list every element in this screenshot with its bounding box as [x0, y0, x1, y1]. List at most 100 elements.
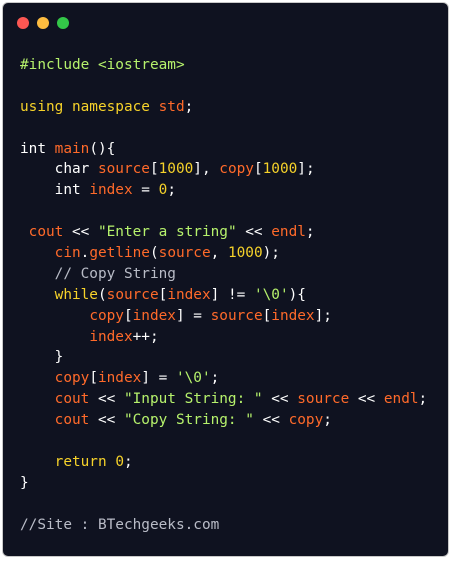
code-token: ] != — [210, 286, 254, 303]
code-token: "Copy String: " — [123, 412, 254, 429]
code-token: ]; — [297, 161, 315, 178]
code-line: // Copy String — [20, 264, 427, 285]
code-token: #include <iostream> — [20, 57, 185, 73]
code-line: copy[index] = source[index]; — [20, 306, 427, 327]
code-token: ] = — [141, 370, 176, 387]
code-token: } — [20, 474, 29, 491]
maximize-button[interactable] — [57, 17, 69, 29]
code-token: ; — [210, 370, 220, 387]
code-token: return — [54, 453, 116, 470]
code-token: ; — [323, 412, 332, 429]
code-line: //Site : BTechgeeks.com — [20, 515, 427, 536]
code-token: [ — [123, 307, 133, 324]
close-button[interactable] — [17, 17, 29, 29]
code-token: int — [20, 182, 90, 199]
code-line: int index = 0; — [20, 180, 427, 201]
code-token: << — [253, 412, 289, 429]
code-token: ], — [193, 161, 220, 178]
code-line: cout << "Input String: " << source << en… — [20, 389, 428, 410]
code-line: } — [20, 473, 427, 494]
code-token: cout — [54, 412, 90, 429]
code-line: #include <iostream> — [20, 55, 427, 76]
code-token: (){ — [89, 140, 116, 157]
code-token: source — [158, 245, 211, 262]
code-token: '\0' — [253, 286, 289, 303]
code-token: index — [132, 307, 176, 324]
code-line: copy[index] = '\0'; — [20, 368, 427, 389]
code-token: endl — [271, 224, 306, 241]
code-token: endl — [383, 391, 419, 408]
code-token: << — [63, 224, 98, 241]
minimize-button[interactable] — [37, 17, 49, 29]
code-block: #include <iostream> using namespace std; i… — [20, 55, 427, 535]
code-line: using namespace std; — [20, 97, 427, 118]
window-controls — [17, 17, 69, 29]
code-token: << — [349, 391, 384, 408]
code-token: source — [106, 286, 159, 303]
code-token: << — [236, 224, 272, 241]
code-token: getline — [89, 245, 150, 262]
code-line: cout << "Enter a string" << endl; — [20, 222, 427, 243]
code-line: cin.getline(source, 1000); — [20, 243, 427, 264]
code-token: '\0' — [175, 370, 211, 387]
code-token: ; — [418, 391, 428, 408]
code-token: index — [167, 286, 211, 303]
code-token: [ — [149, 161, 159, 178]
code-token: "Input String: " — [123, 391, 263, 408]
code-token: std — [158, 98, 185, 115]
code-token: 1000 — [227, 245, 263, 262]
code-token: "Enter a string" — [97, 224, 237, 241]
code-token: //Site : BTechgeeks.com — [20, 516, 220, 533]
code-token: ++; — [132, 328, 159, 345]
code-token: 1000 — [262, 161, 298, 178]
code-token: ] = — [175, 307, 211, 324]
code-token: index — [89, 328, 133, 345]
code-token: ; — [305, 224, 315, 241]
code-line: } — [20, 347, 427, 368]
code-token: 0 — [115, 453, 124, 470]
code-line: int main(){ — [20, 139, 427, 160]
code-token: << — [89, 412, 124, 429]
code-token: } — [20, 349, 64, 366]
code-token: source — [297, 391, 350, 408]
code-token: cout — [28, 224, 64, 241]
code-token: << — [262, 391, 298, 408]
code-token: char — [20, 161, 98, 178]
code-token: cin — [54, 245, 81, 262]
code-token: source — [210, 307, 263, 324]
code-token: 1000 — [158, 161, 194, 178]
code-line: char source[1000], copy[1000]; — [20, 159, 427, 180]
code-line: return 0; — [20, 452, 427, 473]
code-token: copy — [54, 370, 90, 387]
code-line: index++; — [20, 327, 427, 348]
code-token: index — [89, 182, 133, 199]
code-token: 0 — [158, 182, 168, 199]
code-token: // Copy String — [20, 265, 176, 282]
code-token: while — [54, 286, 98, 303]
code-line: while(source[index] != '\0'){ — [20, 285, 427, 306]
code-token: [ — [89, 370, 98, 387]
code-token: [ — [253, 161, 263, 178]
code-token: ; — [123, 453, 133, 470]
code-token: , — [210, 245, 228, 262]
code-token: << — [89, 391, 124, 408]
code-token: ]; — [314, 307, 332, 324]
code-token: index — [271, 307, 315, 324]
code-token: cout — [54, 391, 90, 408]
code-token: copy — [89, 307, 124, 324]
code-token: [ — [158, 286, 168, 303]
code-line: cout << "Copy String: " << copy; — [20, 410, 427, 431]
